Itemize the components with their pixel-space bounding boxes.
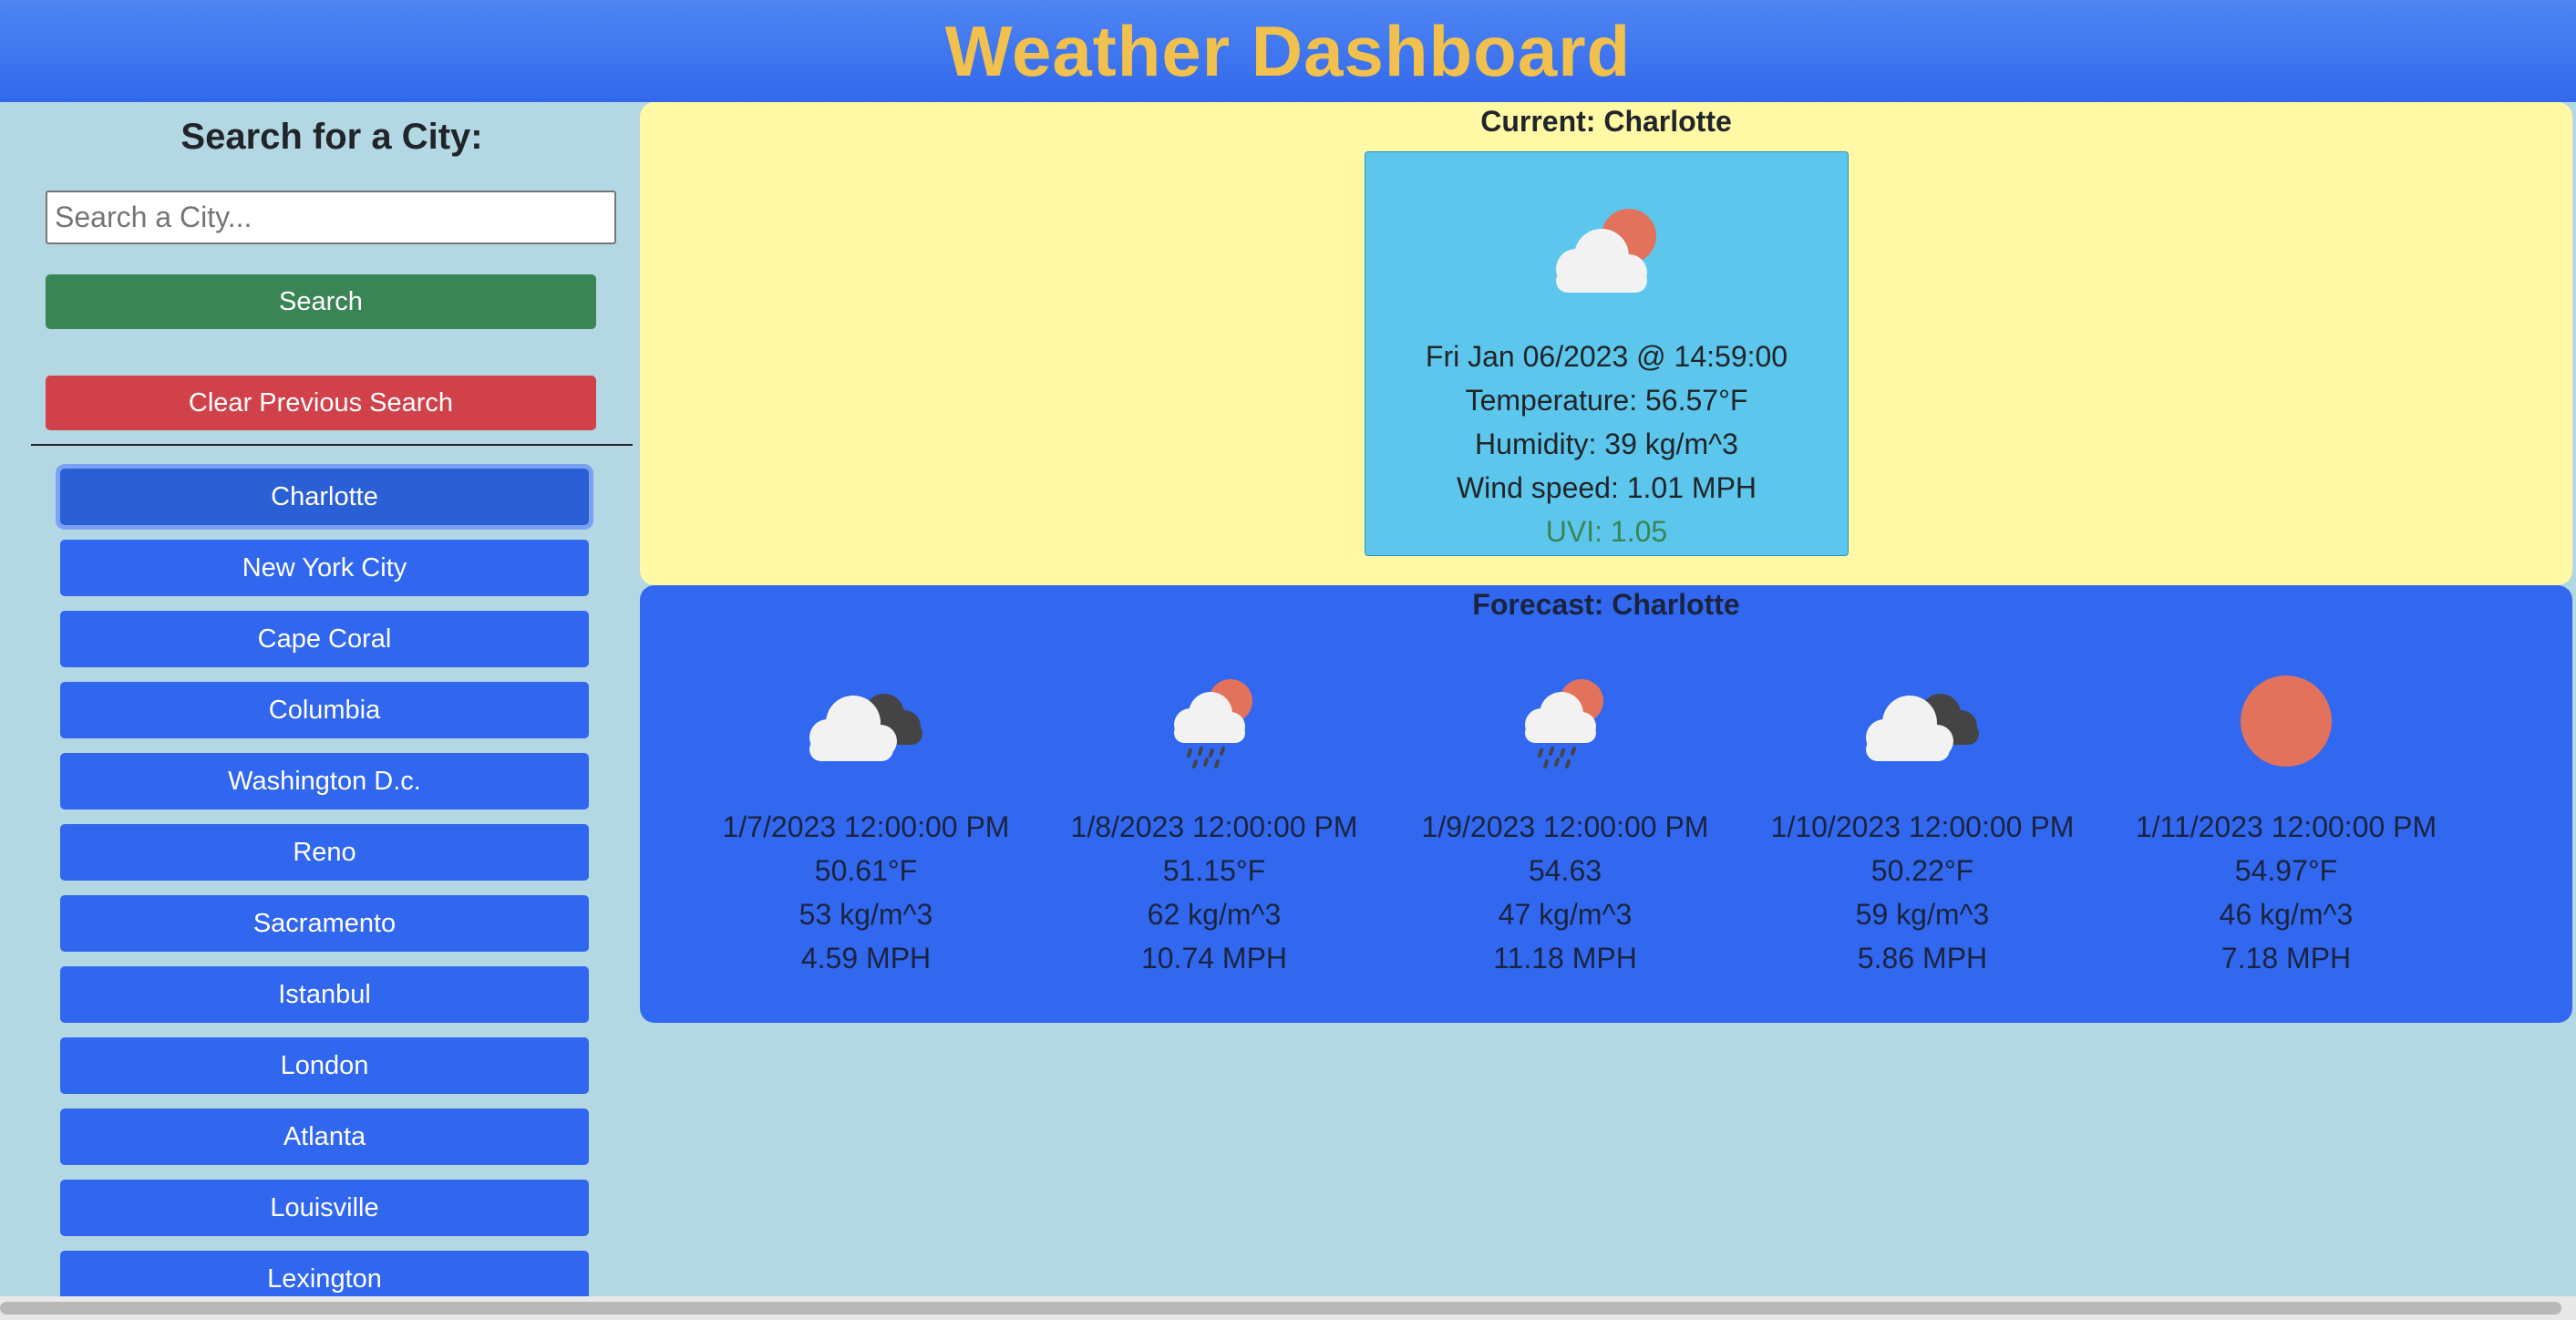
current-wind-speed: Wind speed: 1.01 MPH bbox=[1456, 471, 1757, 504]
forecast-day: 1/10/2023 12:00:00 PM 50.22°F 59 kg/m^3 … bbox=[1749, 672, 2096, 1000]
forecast-wind: 11.18 MPH bbox=[1493, 942, 1637, 975]
forecast-wind: 10.74 MPH bbox=[1140, 942, 1288, 975]
rain-sun-icon bbox=[1150, 672, 1278, 772]
city-button-london[interactable]: London bbox=[60, 1037, 589, 1094]
current-temperature: Temperature: 56.57°F bbox=[1465, 384, 1748, 417]
forecast-humidity: 62 kg/m^3 bbox=[1147, 898, 1282, 931]
city-button-lexington[interactable]: Lexington bbox=[60, 1251, 589, 1296]
forecast-humidity: 46 kg/m^3 bbox=[2219, 898, 2354, 931]
forecast-date: 1/7/2023 12:00:00 PM bbox=[722, 810, 1010, 843]
sidebar: Search for a City: Search Clear Previous… bbox=[0, 102, 638, 1296]
forecast-temperature: 50.61°F bbox=[814, 854, 918, 887]
city-button-cape-coral[interactable]: Cape Coral bbox=[60, 611, 589, 667]
rain-sun-icon bbox=[1501, 672, 1629, 772]
forecast-wind: 5.86 MPH bbox=[1857, 942, 1988, 975]
current-weather-title: Current: Charlotte bbox=[1480, 105, 1732, 138]
forecast-temperature: 50.22°F bbox=[1870, 854, 1974, 887]
current-uvi: UVI: 1.05 bbox=[1545, 515, 1668, 548]
city-button-sacramento[interactable]: Sacramento bbox=[60, 895, 589, 952]
forecast-day: 1/11/2023 12:00:00 PM 54.97°F 46 kg/m^3 … bbox=[2113, 672, 2459, 1000]
forecast-wind: 7.18 MPH bbox=[2221, 942, 2352, 975]
city-button-washington-dc[interactable]: Washington D.c. bbox=[60, 753, 589, 810]
forecast-title: Forecast: Charlotte bbox=[1472, 588, 1740, 621]
current-weather-panel: Current: Charlotte Fri Jan 06/2023 @ 14:… bbox=[640, 102, 2572, 585]
forecast-day: 1/8/2023 12:00:00 PM 51.15°F 62 kg/m^3 1… bbox=[1041, 672, 1387, 1000]
cloud-dark-icon bbox=[802, 672, 930, 772]
city-button-columbia[interactable]: Columbia bbox=[60, 682, 589, 738]
page-title: Weather Dashboard bbox=[944, 10, 1632, 91]
city-history-list: Charlotte New York City Cape Coral Colum… bbox=[0, 102, 638, 1296]
horizontal-scrollbar[interactable] bbox=[0, 1296, 2576, 1320]
forecast-day: 1/7/2023 12:00:00 PM 50.61°F 53 kg/m^3 4… bbox=[693, 672, 1039, 1000]
forecast-humidity: 47 kg/m^3 bbox=[1498, 898, 1633, 931]
sun-icon bbox=[2222, 672, 2350, 772]
forecast-humidity: 53 kg/m^3 bbox=[799, 898, 933, 931]
cloud-dark-icon bbox=[1859, 672, 1986, 772]
forecast-date: 1/11/2023 12:00:00 PM bbox=[2135, 810, 2437, 843]
forecast-temperature: 54.97°F bbox=[2234, 854, 2338, 887]
forecast-temperature: 51.15°F bbox=[1162, 854, 1266, 887]
forecast-humidity: 59 kg/m^3 bbox=[1855, 898, 1990, 931]
cloud-sun-icon bbox=[1541, 200, 1673, 300]
scrollbar-thumb[interactable] bbox=[0, 1302, 2561, 1315]
app-header: Weather Dashboard bbox=[0, 0, 2576, 102]
forecast-date: 1/9/2023 12:00:00 PM bbox=[1421, 810, 1709, 843]
city-button-istanbul[interactable]: Istanbul bbox=[60, 966, 589, 1023]
city-button-new-york-city[interactable]: New York City bbox=[60, 540, 589, 596]
forecast-date: 1/10/2023 12:00:00 PM bbox=[1770, 810, 2075, 843]
forecast-temperature: 54.63 bbox=[1528, 854, 1602, 887]
forecast-wind: 4.59 MPH bbox=[800, 942, 932, 975]
city-button-atlanta[interactable]: Atlanta bbox=[60, 1109, 589, 1165]
city-button-louisville[interactable]: Louisville bbox=[60, 1180, 589, 1236]
current-datetime: Fri Jan 06/2023 @ 14:59:00 bbox=[1425, 340, 1788, 373]
forecast-panel: Forecast: Charlotte 1/7/2023 12:00:00 PM… bbox=[640, 585, 2572, 1023]
city-button-charlotte[interactable]: Charlotte bbox=[60, 469, 589, 525]
current-humidity: Humidity: 39 kg/m^3 bbox=[1475, 428, 1738, 460]
forecast-day: 1/9/2023 12:00:00 PM 54.63 47 kg/m^3 11.… bbox=[1392, 672, 1738, 1000]
forecast-date: 1/8/2023 12:00:00 PM bbox=[1070, 810, 1358, 843]
city-button-reno[interactable]: Reno bbox=[60, 824, 589, 881]
current-weather-card: Fri Jan 06/2023 @ 14:59:00 Temperature: … bbox=[1365, 151, 1849, 556]
